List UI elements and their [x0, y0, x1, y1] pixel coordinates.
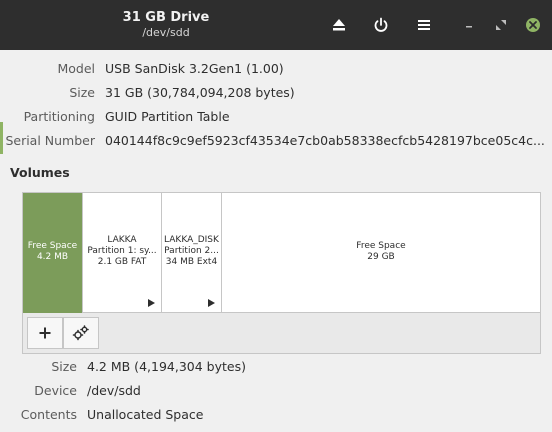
serial-number-label: Serial Number	[5, 133, 95, 148]
volume-size-label: Size	[51, 359, 77, 374]
volume-line: Partition 2...	[164, 246, 219, 256]
size-label: Size	[69, 85, 95, 100]
volume-line: 29 GB	[367, 252, 395, 262]
volume-size-value: 4.2 MB (4,194,304 bytes)	[87, 359, 246, 374]
expand-arrow-icon[interactable]	[148, 299, 155, 307]
model-label: Model	[57, 61, 95, 76]
minimize-button[interactable]	[456, 12, 482, 38]
volume-line: Partition 1: sy...	[87, 246, 157, 256]
eject-icon	[333, 19, 345, 31]
window-title: 31 GB Drive	[122, 10, 210, 25]
maximize-button[interactable]	[488, 12, 514, 38]
contents-label: Contents	[20, 407, 77, 422]
volume-line: 4.2 MB	[36, 252, 69, 262]
volume-free-space-start[interactable]: Free Space 4.2 MB	[23, 193, 83, 313]
volumes-heading: Volumes	[10, 165, 70, 180]
expand-arrow-icon[interactable]	[208, 299, 215, 307]
title-block: 31 GB Drive /dev/sdd	[64, 9, 268, 40]
create-partition-button[interactable]	[27, 317, 63, 349]
volume-map: Free Space 4.2 MB LAKKA Partition 1: sy.…	[23, 193, 540, 313]
header-bar: 31 GB Drive /dev/sdd	[0, 0, 552, 50]
gears-icon	[72, 325, 89, 341]
device-value: /dev/sdd	[87, 383, 141, 398]
volume-free-space-end[interactable]: Free Space 29 GB	[222, 193, 540, 313]
contents-value: Unallocated Space	[87, 407, 204, 422]
close-button[interactable]	[520, 12, 546, 38]
volume-line: LAKKA_DISK	[164, 235, 219, 245]
window-subtitle: /dev/sdd	[142, 26, 190, 39]
plus-icon	[39, 327, 51, 339]
partition-options-button[interactable]	[63, 317, 99, 349]
volume-line: 34 MB Ext4	[165, 257, 218, 267]
power-icon	[374, 17, 388, 32]
volume-line: LAKKA	[107, 235, 137, 245]
device-label: Device	[34, 383, 77, 398]
eject-button[interactable]	[326, 12, 352, 38]
maximize-icon	[496, 20, 506, 30]
serial-number-value: 040144f8c9c9ef5923cf43534e7cb0ab58338ecf…	[105, 133, 545, 148]
volume-line: Free Space	[356, 241, 406, 251]
minimize-icon	[466, 26, 472, 28]
partitioning-value: GUID Partition Table	[105, 109, 230, 124]
close-icon	[526, 18, 540, 32]
volume-line: 2.1 GB FAT	[97, 257, 147, 267]
volume-lakka-disk-partition-2[interactable]: LAKKA_DISK Partition 2... 34 MB Ext4	[162, 193, 222, 313]
partitioning-label: Partitioning	[23, 109, 95, 124]
size-value: 31 GB (30,784,094,208 bytes)	[105, 85, 295, 100]
volumes-panel: Free Space 4.2 MB LAKKA Partition 1: sy.…	[22, 192, 541, 354]
drive-menu-button[interactable]	[411, 12, 437, 38]
volume-line: Free Space	[27, 241, 78, 251]
model-value: USB SanDisk 3.2Gen1 (1.00)	[105, 61, 284, 76]
volume-lakka-partition-1[interactable]: LAKKA Partition 1: sy... 2.1 GB FAT	[83, 193, 162, 313]
power-off-button[interactable]	[368, 12, 394, 38]
hamburger-menu-icon	[418, 20, 430, 30]
